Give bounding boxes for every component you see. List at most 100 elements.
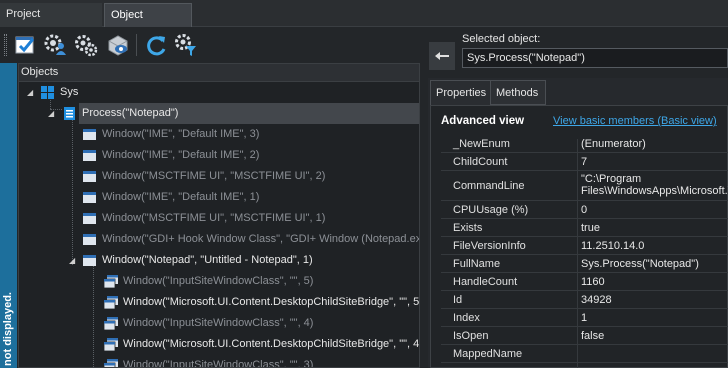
tree-item-sys[interactable]: ◢ Sys xyxy=(19,82,419,103)
property-name: MappedName xyxy=(453,348,523,360)
tab-properties[interactable]: Properties xyxy=(430,80,491,105)
property-row[interactable]: IsOpen false xyxy=(441,327,728,345)
property-row[interactable]: CPUUsage (%) 0 xyxy=(441,201,728,219)
refresh-button[interactable] xyxy=(142,31,170,59)
property-row[interactable]: ChildCount 7 xyxy=(441,153,728,171)
property-value: 1160 xyxy=(581,276,605,288)
tab-project-workspace[interactable]: Project Workspace xyxy=(0,3,102,42)
window-icon xyxy=(83,212,96,225)
visualizer-button[interactable] xyxy=(104,31,132,59)
arrow-left-icon xyxy=(435,52,449,60)
property-row[interactable]: MappedName xyxy=(441,345,728,363)
tree-item-label: Window("IME", "Default IME", 3) xyxy=(102,128,260,140)
window-icon xyxy=(83,149,96,162)
property-value: 34928 xyxy=(581,294,612,306)
property-name: FullName xyxy=(453,258,501,270)
tree-item-label: Process("Notepad") xyxy=(82,107,179,119)
tree-item-label: Window("Notepad", "Untitled - Notepad", … xyxy=(102,254,313,266)
property-row[interactable]: Id 34928 xyxy=(441,291,728,309)
toolbar-grip[interactable] xyxy=(4,34,7,56)
property-name: ChildCount xyxy=(453,156,508,168)
tree-item-label: Window("IME", "Default IME", 1) xyxy=(102,191,260,203)
tree-item-label: Window("Microsoft.UI.Content.DesktopChil… xyxy=(123,338,420,350)
tree-item-label: Window("MSCTFIME UI", "MSCTFIME UI", 2) xyxy=(102,170,326,182)
property-row[interactable]: HandleCount 1160 xyxy=(441,273,728,291)
show-checked-button[interactable] xyxy=(12,31,40,59)
tree-item-child-window[interactable]: Window("Microsoft.UI.Content.DesktopChil… xyxy=(19,292,419,313)
tree-item-label: Window("InputSiteWindowClass", "", 4) xyxy=(123,317,314,329)
tree-item-window[interactable]: Window("GDI+ Hook Window Class", "GDI+ W… xyxy=(19,229,419,250)
window-stack-icon xyxy=(103,359,118,367)
advanced-view-title: Advanced view xyxy=(441,115,525,127)
property-name: HandleCount xyxy=(453,276,518,288)
workspace-tab-strip: Project Workspace Object Browser xyxy=(0,0,728,43)
tree-item-child-window[interactable]: Window("InputSiteWindowClass", "", 4) xyxy=(19,313,419,334)
window-stack-icon xyxy=(103,296,118,310)
gears-icon xyxy=(75,35,98,57)
window-icon xyxy=(83,191,96,204)
property-name: Index xyxy=(453,312,480,324)
tree-item-process-icons: ◢ xyxy=(19,103,79,124)
property-value: 0 xyxy=(581,204,588,216)
property-value: false xyxy=(581,330,605,342)
property-value: 1 xyxy=(581,312,588,324)
property-value: 7 xyxy=(581,156,588,168)
basic-view-link[interactable]: View basic members (Basic view) xyxy=(553,115,717,127)
property-name: FileVersionInfo xyxy=(453,240,526,252)
toolbar-separator xyxy=(136,34,137,56)
side-panel-label: not displayed. xyxy=(2,292,14,366)
tree-item-label: Sys xyxy=(60,86,79,98)
property-value: (Enumerator) xyxy=(581,138,646,150)
back-button[interactable] xyxy=(429,42,455,70)
property-name: IsOpen xyxy=(453,330,489,342)
refresh-icon xyxy=(147,36,166,56)
tree-item-process-notepad[interactable]: Process("Notepad") xyxy=(79,103,419,124)
tree-item-label: Window("IME", "Default IME", 2) xyxy=(102,149,260,161)
window-stack-icon xyxy=(103,275,118,289)
collapse-icon[interactable]: ◢ xyxy=(48,109,57,118)
object-browser-window: Project Workspace Object Browser xyxy=(0,0,728,368)
property-name: CommandLine xyxy=(453,180,525,192)
collapse-icon[interactable]: ◢ xyxy=(27,88,36,97)
members-panel: Properties Methods Advanced view View ba… xyxy=(428,78,728,368)
property-row[interactable]: Exists true xyxy=(441,219,728,237)
filter-settings-button[interactable] xyxy=(172,31,200,59)
window-stack-icon xyxy=(103,338,118,352)
tree-item-window[interactable]: Window("IME", "Default IME", 2) xyxy=(19,145,419,166)
tree-item-child-window[interactable]: Window("Microsoft.UI.Content.DesktopChil… xyxy=(19,334,419,355)
users-settings-button[interactable] xyxy=(42,31,70,59)
tree-item-child-window[interactable]: Window("InputSiteWindowClass", "", 3) xyxy=(19,355,419,368)
tree-item-window[interactable]: Window("IME", "Default IME", 1) xyxy=(19,187,419,208)
gear-eye-icon xyxy=(108,35,128,56)
property-row[interactable]: FullName Sys.Process("Notepad") xyxy=(441,255,728,273)
tree-item-window-notepad[interactable]: ◢ Window("Notepad", "Untitled - Notepad"… xyxy=(19,250,419,271)
property-row[interactable]: Index 1 xyxy=(441,309,728,327)
tree-item-child-window[interactable]: Window("InputSiteWindowClass", "", 5) xyxy=(19,271,419,292)
property-row[interactable]: _NewEnum (Enumerator) xyxy=(441,135,728,153)
window-icon xyxy=(83,233,96,246)
property-row[interactable]: FileVersionInfo 11.2510.14.0 xyxy=(441,237,728,255)
property-value: Sys.Process("Notepad") xyxy=(581,258,699,270)
tree-item-window[interactable]: Window("MSCTFIME UI", "MSCTFIME UI", 1) xyxy=(19,208,419,229)
tree-item-window[interactable]: Window("IME", "Default IME", 3) xyxy=(19,124,419,145)
windows-logo-icon xyxy=(41,86,54,99)
tree-item-label: Window("Microsoft.UI.Content.DesktopChil… xyxy=(123,296,420,308)
property-row[interactable]: CommandLine "C:\Program Files\WindowsApp… xyxy=(441,171,728,201)
options-button[interactable] xyxy=(72,31,100,59)
property-name: Exists xyxy=(453,222,483,234)
property-name: CPUUsage (%) xyxy=(453,204,529,216)
tree-item-label: Window("InputSiteWindowClass", "", 3) xyxy=(123,359,314,368)
tree-item-label: Window("InputSiteWindowClass", "", 5) xyxy=(123,275,314,287)
tab-methods[interactable]: Methods xyxy=(490,80,546,105)
tab-object-browser[interactable]: Object Browser xyxy=(104,3,192,43)
property-value: "C:\Program Files\WindowsApps\Microsoft.… xyxy=(581,173,728,197)
properties-grid: Advanced view View basic members (Basic … xyxy=(430,105,728,368)
gear-user-icon xyxy=(44,34,66,55)
property-name: Id xyxy=(453,294,463,306)
property-value: true xyxy=(581,222,600,234)
collapse-icon[interactable]: ◢ xyxy=(69,256,78,265)
tree-item-window[interactable]: Window("MSCTFIME UI", "MSCTFIME UI", 2) xyxy=(19,166,419,187)
selected-object-field[interactable]: Sys.Process("Notepad") xyxy=(462,48,728,68)
window-icon xyxy=(83,254,96,267)
side-panel-strip[interactable]: not displayed. xyxy=(0,63,17,368)
